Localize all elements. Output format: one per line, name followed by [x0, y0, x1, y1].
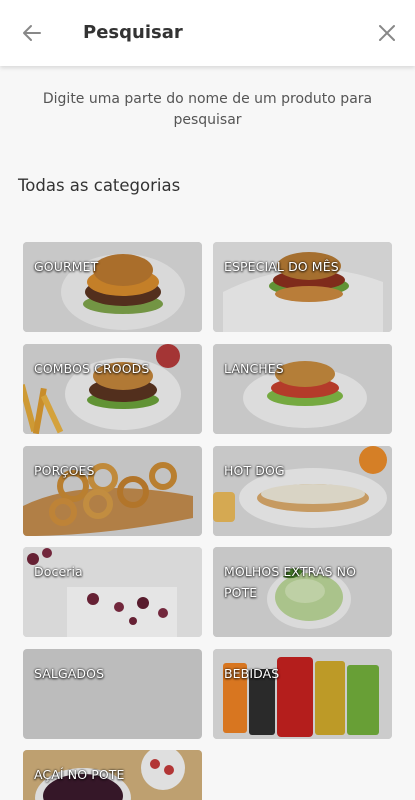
- category-label: ESPECIAL DO MÊS: [224, 259, 339, 274]
- category-label: PORÇOES: [34, 463, 95, 478]
- category-label: GOURMET: [34, 259, 99, 274]
- category-tile-lanches[interactable]: LANCHES: [213, 344, 392, 434]
- category-tile-gourmet[interactable]: GOURMET: [23, 242, 202, 332]
- top-bar: Pesquisar: [0, 0, 415, 66]
- category-label: BEBIDAS: [224, 666, 280, 681]
- category-tile-doceria[interactable]: Doceria: [23, 547, 202, 637]
- category-tile-acai[interactable]: AÇAÍ NO POTE: [23, 750, 202, 800]
- category-label: COMBOS CROODS: [34, 361, 150, 376]
- category-tile-combos-croods[interactable]: COMBOS CROODS: [23, 344, 202, 434]
- category-label: MOLHOS EXTRAS NO POTE: [224, 564, 357, 600]
- close-button[interactable]: [371, 17, 403, 49]
- category-tile-molhos[interactable]: MOLHOS EXTRAS NO POTE: [213, 547, 392, 637]
- category-label: HOT DOG: [224, 463, 285, 478]
- category-tile-hot-dog[interactable]: HOT DOG: [213, 446, 392, 536]
- category-label: AÇAÍ NO POTE: [34, 767, 125, 782]
- category-tile-salgados[interactable]: SALGADOS: [23, 649, 202, 739]
- close-icon: [379, 25, 395, 41]
- search-hint: Digite uma parte do nome de um produto p…: [42, 91, 373, 128]
- category-label: SALGADOS: [34, 666, 105, 681]
- back-button[interactable]: [16, 17, 48, 49]
- categories-heading: Todas as categorias: [18, 176, 181, 195]
- arrow-left-icon: [23, 25, 41, 41]
- category-tile-porcoes[interactable]: PORÇOES: [23, 446, 202, 536]
- category-label: LANCHES: [224, 361, 284, 376]
- category-tile-bebidas[interactable]: BEBIDAS: [213, 649, 392, 739]
- category-tile-especial-do-mes[interactable]: ESPECIAL DO MÊS: [213, 242, 392, 332]
- category-label: Doceria: [34, 564, 83, 579]
- page-title: Pesquisar: [83, 22, 183, 43]
